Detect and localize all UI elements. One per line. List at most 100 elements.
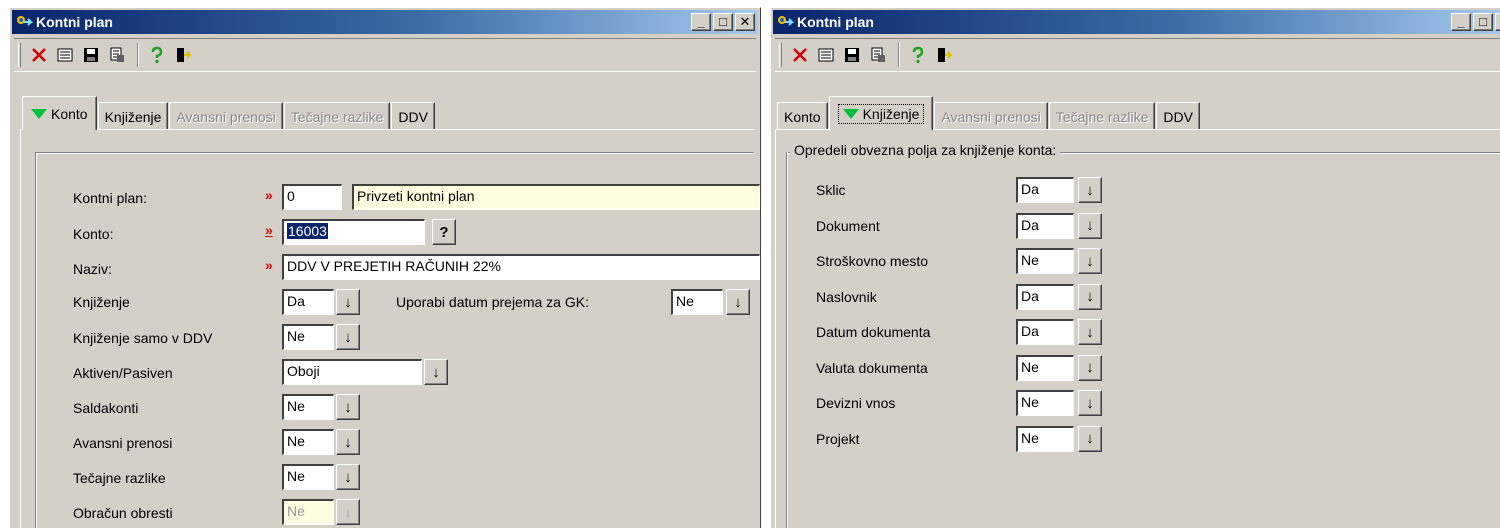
tab-konto[interactable]: Konto <box>777 102 828 130</box>
print-icon <box>871 47 885 62</box>
required-field-dropdown-button[interactable]: ↓ <box>1078 319 1102 345</box>
required-field-select[interactable]: Ne <box>1016 354 1074 381</box>
delete-button[interactable] <box>788 43 812 67</box>
save-icon <box>845 48 859 62</box>
close-button[interactable]: ✕ <box>735 13 755 31</box>
help-button[interactable] <box>906 43 930 67</box>
kontni-plan-label: Kontni plan: <box>73 190 147 206</box>
minimize-button[interactable]: _ <box>1451 13 1471 31</box>
konto-input[interactable]: 16003 <box>282 219 425 245</box>
tab-tecajne-razlike: Tečajne razlike <box>1048 102 1156 130</box>
required-field-select[interactable]: Ne <box>1016 425 1074 452</box>
tecajne-razlike-label: Tečajne razlike <box>73 470 166 486</box>
tab-ddv[interactable]: DDV <box>391 102 435 130</box>
saldakonti-dropdown-button[interactable]: ↓ <box>336 394 360 420</box>
required-marker: » <box>265 187 273 203</box>
print-icon <box>110 47 124 62</box>
delete-button[interactable] <box>27 43 51 67</box>
exit-icon <box>177 48 192 62</box>
konto-label: Konto: <box>73 226 114 242</box>
kontni-plan-input[interactable]: 0 <box>282 184 342 210</box>
required-field-dropdown-button[interactable]: ↓ <box>1078 354 1102 381</box>
tab-label: Knjiženje <box>862 105 920 122</box>
konto-lookup-button[interactable]: ? <box>432 219 456 245</box>
required-field-dropdown-button[interactable]: ↓ <box>1078 212 1102 239</box>
list-button[interactable] <box>814 43 838 67</box>
minimize-button[interactable]: _ <box>691 13 711 31</box>
required-field-select[interactable]: Da <box>1016 177 1074 203</box>
uporabi-datum-select[interactable]: Ne <box>671 289 723 315</box>
delete-icon <box>32 48 46 62</box>
required-field-select[interactable]: Da <box>1016 212 1074 239</box>
aktiven-pasiven-select[interactable]: Oboji <box>282 359 422 385</box>
required-field-select[interactable]: Ne <box>1016 248 1074 274</box>
kontni-plan-window-right: Kontni plan _ □ ✕ Konto <box>770 7 1500 528</box>
required-field-select[interactable]: Da <box>1016 319 1074 345</box>
required-field-select[interactable]: Da <box>1016 283 1074 310</box>
title-bar[interactable]: Kontni plan _ □ ✕ <box>773 10 1500 34</box>
obracun-obresti-select: Ne <box>282 499 334 525</box>
required-field-dropdown-button[interactable]: ↓ <box>1078 283 1102 310</box>
exit-icon <box>938 48 953 62</box>
tab-ddv[interactable]: DDV <box>1156 102 1200 130</box>
required-field-dropdown-button[interactable]: ↓ <box>1078 248 1102 274</box>
naziv-input[interactable]: DDV V PREJETIH RAČUNIH 22% <box>282 254 760 280</box>
obracun-obresti-label: Obračun obresti <box>73 505 173 521</box>
tab-panel-knjizenje: Opredeli obvezna polja za knjiženje kont… <box>775 129 1500 528</box>
required-field-dropdown-button[interactable]: ↓ <box>1078 425 1102 452</box>
tab-konto[interactable]: Konto <box>22 96 97 130</box>
close-button[interactable]: ✕ <box>1495 13 1500 31</box>
tecajne-razlike-select[interactable]: Ne <box>282 464 334 490</box>
tab-avansni-prenosi: Avansni prenosi <box>169 102 283 130</box>
maximize-button[interactable]: □ <box>713 13 733 31</box>
knjizenje-dropdown-button[interactable]: ↓ <box>336 289 360 315</box>
delete-icon <box>793 48 807 62</box>
required-marker: » <box>265 222 273 238</box>
toolbar-grip[interactable] <box>18 43 21 67</box>
toolbar-grip[interactable] <box>779 43 782 67</box>
exit-button[interactable] <box>932 43 956 67</box>
title-bar[interactable]: Kontni plan _ □ ✕ <box>12 10 758 34</box>
kontni-plan-window-left: Kontni plan _ □ ✕ Konto Knjiženje Avansn… <box>9 7 761 528</box>
required-field-dropdown-button[interactable]: ↓ <box>1078 390 1102 416</box>
save-icon <box>84 48 98 62</box>
help-button[interactable] <box>145 43 169 67</box>
help-icon <box>912 46 924 64</box>
naziv-label: Naziv: <box>73 261 112 277</box>
avansni-prenosi-dropdown-button[interactable]: ↓ <box>336 429 360 455</box>
saldakonti-select[interactable]: Ne <box>282 394 334 420</box>
save-button[interactable] <box>79 43 103 67</box>
uporabi-datum-dropdown-button[interactable]: ↓ <box>726 289 750 315</box>
form-area: Kontni plan: » 0 Privzeti kontni plan Ko… <box>35 152 760 528</box>
list-icon <box>57 48 73 62</box>
toolbar-separator <box>898 43 900 67</box>
required-field-select[interactable]: Ne <box>1016 390 1074 416</box>
samo-ddv-dropdown-button[interactable]: ↓ <box>336 324 360 350</box>
tecajne-razlike-dropdown-button[interactable]: ↓ <box>336 464 360 490</box>
obracun-obresti-dropdown-button: ↓ <box>336 499 360 525</box>
knjizenje-select[interactable]: Da <box>282 289 334 315</box>
app-icon <box>17 16 33 26</box>
konto-value: 16003 <box>287 223 328 239</box>
required-field-dropdown-button[interactable]: ↓ <box>1078 177 1102 203</box>
save-button[interactable] <box>840 43 864 67</box>
required-field-label: Naslovnik <box>816 288 877 305</box>
required-field-label: Sklic <box>816 182 846 198</box>
tab-knjizenje[interactable]: Knjiženje <box>97 102 169 130</box>
tab-knjizenje[interactable]: Knjiženje <box>828 96 934 130</box>
print-button[interactable] <box>866 43 890 67</box>
exit-button[interactable] <box>171 43 195 67</box>
maximize-button[interactable]: □ <box>1473 13 1493 31</box>
aktiven-pasiven-dropdown-button[interactable]: ↓ <box>424 359 448 385</box>
toolbar <box>775 38 1500 72</box>
saldakonti-label: Saldakonti <box>73 400 139 416</box>
samo-ddv-select[interactable]: Ne <box>282 324 334 350</box>
tab-label: Konto <box>51 105 88 122</box>
tab-tecajne-razlike: Tečajne razlike <box>283 102 391 130</box>
print-button[interactable] <box>105 43 129 67</box>
required-field-label: Devizni vnos <box>816 395 896 411</box>
list-button[interactable] <box>53 43 77 67</box>
avansni-prenosi-select[interactable]: Ne <box>282 429 334 455</box>
samo-ddv-label: Knjiženje samo v DDV <box>73 330 213 346</box>
active-tab-icon <box>842 108 859 119</box>
